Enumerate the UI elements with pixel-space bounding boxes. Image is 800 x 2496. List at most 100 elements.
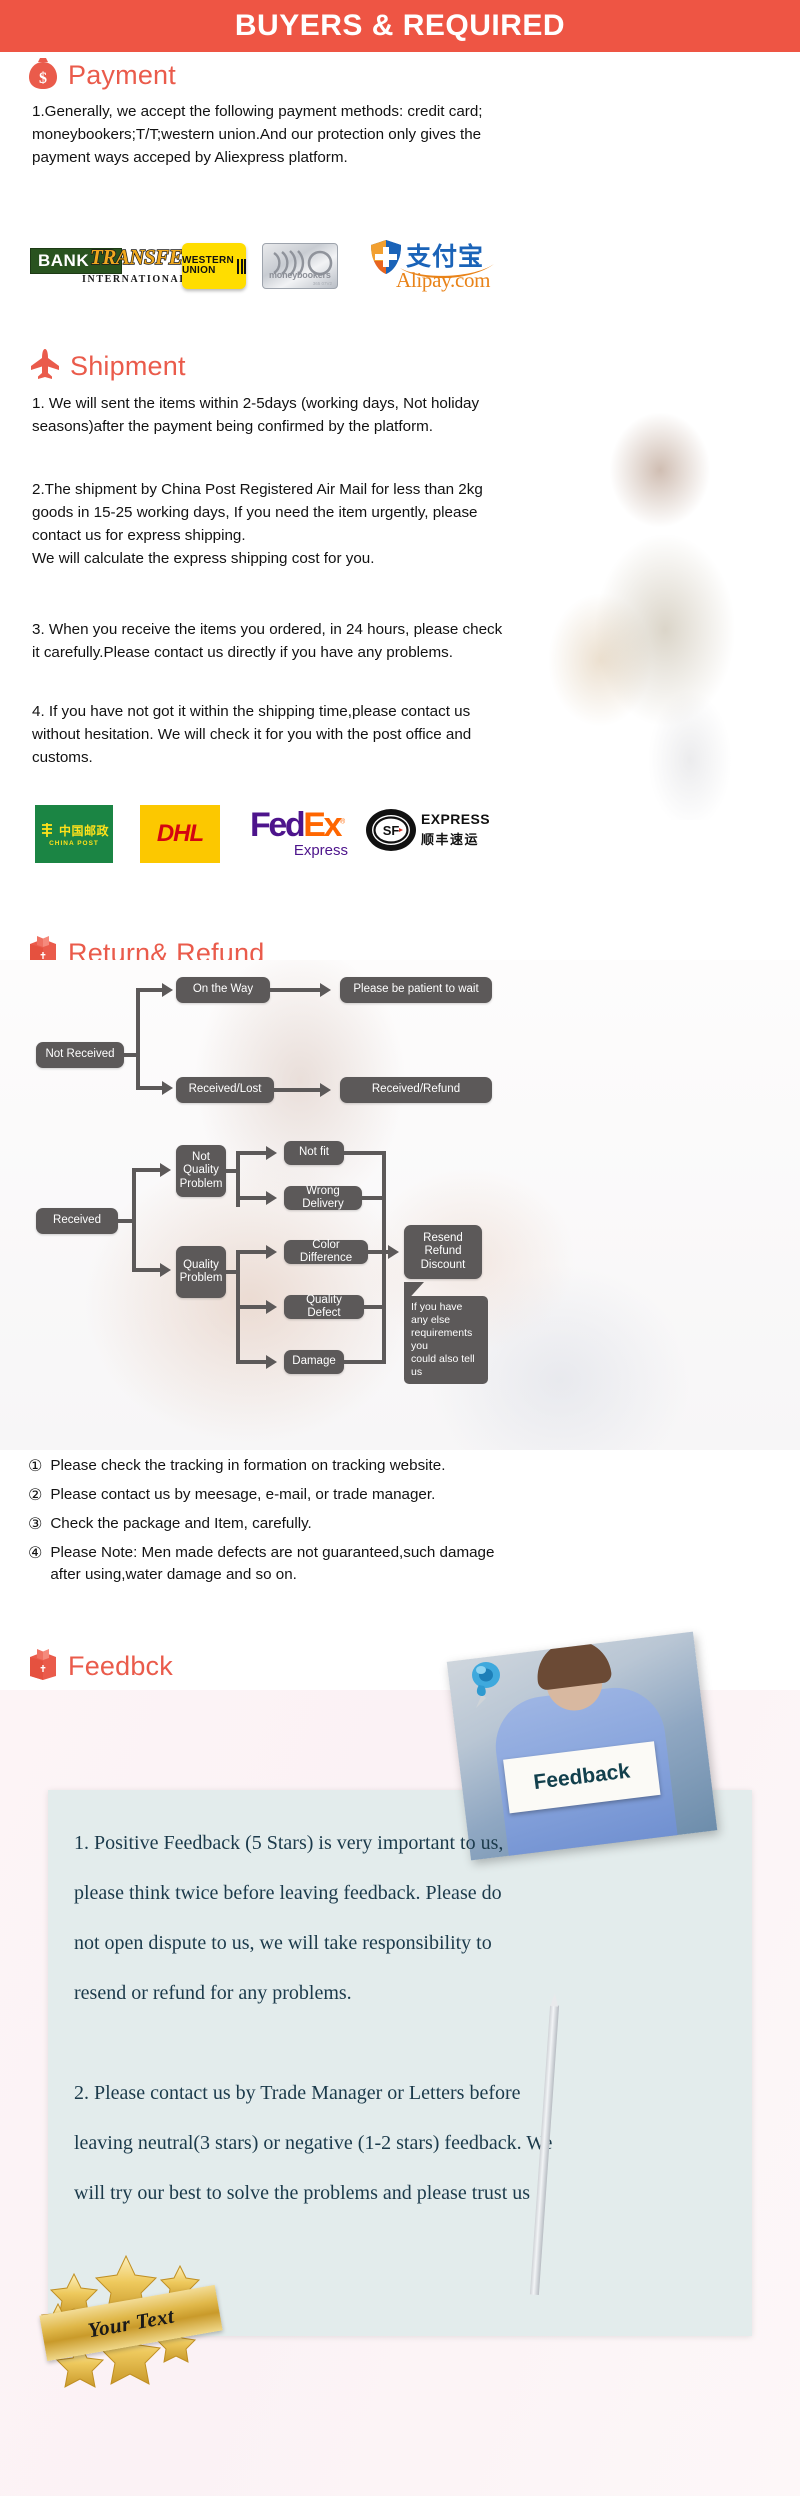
flow-arrow (162, 983, 173, 997)
moneybookers-fine-print: 365 07V2 (312, 281, 332, 286)
china-post-chinese: 中国邮政 (58, 823, 109, 838)
gold-stars-badge: Your Text (30, 2248, 230, 2398)
badge-text: Your Text (85, 2303, 176, 2342)
money-bag-icon: $ (28, 56, 58, 95)
section-title-feedback: Feedbck (68, 1651, 173, 1681)
fedex-registered-mark: ® (340, 818, 345, 826)
shipment-paragraph-4: 4. If you have not got it within the shi… (32, 703, 472, 766)
flow-node-received-refund: Received/Refund (340, 1077, 492, 1103)
dhl-wordmark: DHL (156, 820, 204, 847)
bank-transfer-logo: BANK TRANSFER INTERNATIONAL (30, 243, 197, 293)
flow-line (274, 1088, 322, 1092)
flowchart-background-photo (0, 960, 800, 1450)
flow-line (136, 1086, 164, 1090)
flow-node-not-quality-problem: Not Quality Problem (176, 1145, 226, 1197)
flow-node-quality-problem: Quality Problem (176, 1246, 226, 1298)
flow-line (136, 988, 164, 992)
page-title: BUYERS & REQUIRED (234, 9, 566, 42)
flow-line (270, 988, 322, 992)
sf-express-english: EXPRESS (421, 811, 490, 827)
western-union-logo: WESTERN UNION (181, 243, 247, 289)
flow-arrow (388, 1245, 399, 1259)
section-title-payment: Payment (68, 60, 176, 90)
flow-node-resend-refund-discount: Resend Refund Discount (404, 1225, 482, 1279)
flow-node-received: Received (36, 1208, 118, 1234)
china-post-emblem-icon (41, 823, 52, 837)
flow-node-on-the-way: On the Way (176, 977, 270, 1003)
flow-arrow (266, 1355, 277, 1369)
flow-node-please-wait: Please be patient to wait (340, 977, 492, 1003)
note-text: Please contact us by meesage, e-mail, or… (50, 1486, 436, 1503)
feedback-body-text: 1. Positive Feedback (5 Stars) is very i… (74, 1832, 553, 2204)
page-banner: BUYERS & REQUIRED (0, 0, 800, 52)
flow-node-not-fit: Not fit (284, 1141, 344, 1165)
fedex-ex-text: Ex (303, 806, 342, 844)
note-marker: ④ (28, 1543, 43, 1562)
flow-node-wrong-delivery: Wrong Delivery (284, 1185, 362, 1210)
dhl-logo: DHL (140, 805, 220, 863)
china-post-logo: 中国邮政 CHINA POST (35, 805, 113, 863)
pencil-tip (550, 1993, 559, 2007)
flow-line (132, 1168, 162, 1172)
note-text: Please check the tracking in formation o… (50, 1457, 446, 1474)
fedex-express-text: Express (293, 842, 348, 859)
list-item: ③ Check the package and Item, carefully. (28, 1513, 768, 1535)
flow-line (344, 1151, 386, 1155)
western-union-bars-icon (237, 258, 247, 274)
moneybookers-label: moneybookers (269, 270, 331, 280)
shipment-paragraph-2: 2.The shipment by China Post Registered … (32, 481, 483, 567)
pushpin-icon (472, 1662, 500, 1708)
flow-arrow (320, 983, 331, 997)
flow-line (382, 1151, 386, 1364)
fedex-fed-text: Fed (250, 806, 306, 844)
flow-line (132, 1268, 162, 1272)
section-heading-payment: $ Payment (28, 56, 176, 95)
flow-callout-extra-requirements: If you have any else requirements you co… (404, 1296, 488, 1384)
sf-emblem-icon: SF (366, 809, 416, 851)
flow-node-color-difference: Color Difference (284, 1239, 368, 1264)
section-title-shipment: Shipment (70, 351, 186, 381)
flow-line (344, 1360, 386, 1364)
flow-arrow (160, 1263, 171, 1277)
flow-arrow (266, 1191, 277, 1205)
svg-text:SF: SF (383, 823, 400, 838)
flow-line (236, 1250, 268, 1254)
svg-text:$: $ (39, 70, 47, 87)
airplane-icon (30, 348, 60, 385)
flow-node-quality-defect: Quality Defect (284, 1294, 364, 1319)
flow-node-not-received: Not Received (36, 1042, 124, 1068)
flow-arrow (266, 1245, 277, 1259)
flow-arrow (162, 1081, 173, 1095)
bank-transfer-international-text: INTERNATIONAL (82, 274, 188, 285)
feedback-photo-hair (533, 1636, 613, 1691)
list-item: ① Please check the tracking in formation… (28, 1455, 768, 1477)
note-marker: ② (28, 1485, 43, 1504)
alipay-logo: 支付宝 Alipay.com (370, 237, 500, 295)
flow-line (236, 1305, 268, 1309)
section-heading-feedback: Feedbck (28, 1648, 173, 1685)
payment-body-text: 1.Generally, we accept the following pay… (32, 103, 483, 166)
flow-line (236, 1196, 268, 1200)
note-text: Please Note: Men made defects are not gu… (50, 1544, 495, 1583)
flow-node-damage: Damage (284, 1350, 344, 1374)
western-union-line2: UNION (181, 265, 216, 276)
shipment-paragraph-3: 3. When you receive the items you ordere… (32, 621, 503, 661)
returns-notes-list: ① Please check the tracking in formation… (28, 1455, 768, 1593)
note-marker: ③ (28, 1514, 43, 1533)
bank-transfer-bank-text: BANK (38, 251, 90, 270)
flow-arrow (266, 1146, 277, 1160)
alipay-domain-text: Alipay.com (396, 268, 491, 292)
note-marker: ① (28, 1456, 43, 1475)
flow-line (236, 1151, 268, 1155)
flow-node-received-lost: Received/Lost (176, 1077, 274, 1103)
bank-transfer-transfer-text: TRANSFER (89, 244, 197, 269)
sf-express-chinese: 顺丰速运 (421, 833, 480, 848)
china-post-english: CHINA POST (49, 839, 99, 847)
flow-arrow (320, 1083, 331, 1097)
package-box-icon (28, 1648, 58, 1685)
flow-line (132, 1168, 136, 1272)
sf-express-logo: SF EXPRESS 顺丰速运 (365, 803, 490, 861)
flow-line (236, 1360, 268, 1364)
shipment-paragraph-1: 1. We will sent the items within 2-5days… (32, 395, 480, 435)
flow-line (136, 988, 140, 1090)
